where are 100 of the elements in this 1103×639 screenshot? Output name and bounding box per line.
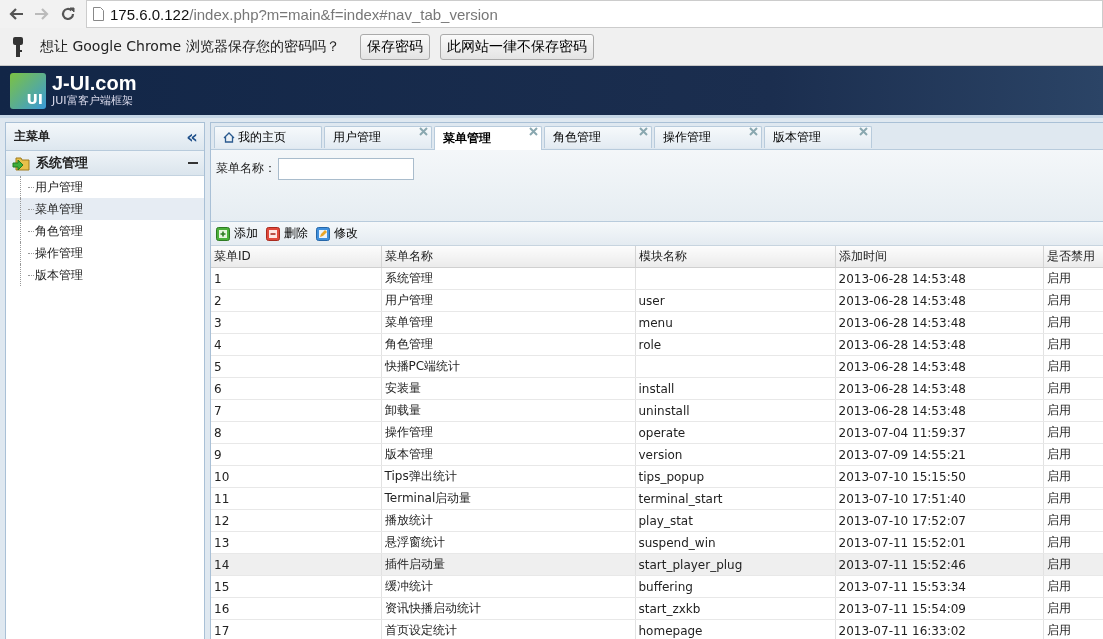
table-cell: 启用 — [1043, 575, 1103, 598]
sidebar-item[interactable]: 角色管理 — [6, 220, 204, 242]
table-cell: 2013-07-04 11:59:37 — [835, 421, 1043, 444]
table-cell: install — [635, 377, 835, 400]
logo-icon: UI — [10, 72, 46, 109]
table-cell: operate — [635, 421, 835, 444]
table-cell: 14 — [211, 553, 381, 576]
table-cell: 6 — [211, 377, 381, 400]
delete-button[interactable]: 删除 — [266, 225, 308, 243]
table-cell: homepage — [635, 619, 835, 639]
edit-button[interactable]: 修改 — [316, 225, 358, 243]
close-icon[interactable] — [859, 127, 868, 136]
tab[interactable]: 操作管理 — [654, 126, 762, 148]
table-cell: play_stat — [635, 509, 835, 532]
tab[interactable]: 我的主页 — [214, 126, 322, 148]
sidebar-item[interactable]: 版本管理 — [6, 264, 204, 286]
sidebar-group[interactable]: 系统管理 — [6, 151, 204, 176]
table-cell: suspend_win — [635, 531, 835, 554]
collapse-button[interactable]: « — [186, 126, 198, 147]
table-cell: 2013-06-28 14:53:48 — [835, 355, 1043, 378]
table-cell: 2013-07-10 17:52:07 — [835, 509, 1043, 532]
table-cell: 版本管理 — [381, 443, 635, 466]
table-cell: 启用 — [1043, 487, 1103, 510]
table-cell: 2 — [211, 289, 381, 312]
minus-icon — [266, 226, 280, 241]
infobar-message: 想让 Google Chrome 浏览器保存您的密码吗？ — [40, 37, 340, 56]
forward-icon[interactable] — [34, 7, 50, 21]
close-icon[interactable] — [529, 127, 538, 136]
back-icon[interactable] — [8, 7, 24, 21]
sidebar-item[interactable]: 菜单管理 — [6, 198, 204, 220]
table-cell: 2013-07-09 14:55:21 — [835, 443, 1043, 466]
table-cell: 启用 — [1043, 509, 1103, 532]
table-cell: 5 — [211, 355, 381, 378]
table-cell: 3 — [211, 311, 381, 334]
reload-icon[interactable] — [60, 6, 76, 22]
folder-icon — [12, 155, 30, 171]
table-cell: 启用 — [1043, 443, 1103, 466]
address-bar[interactable]: 175.6.0.122/index.php?m=main&f=index#nav_tab_version — [86, 0, 1103, 28]
infobar-button[interactable]: 保存密码 — [359, 33, 430, 60]
table-cell: 16 — [211, 597, 381, 620]
sidebar-item[interactable]: 用户管理 — [6, 176, 204, 198]
key-icon — [12, 35, 24, 58]
column-header[interactable]: 添加时间 — [835, 246, 1043, 268]
table-cell: 资讯快播启动统计 — [381, 597, 635, 620]
table-cell: 启用 — [1043, 399, 1103, 422]
table-cell: 角色管理 — [381, 333, 635, 356]
table-cell: 2013-07-11 16:33:02 — [835, 619, 1043, 639]
table-cell: 启用 — [1043, 311, 1103, 334]
close-icon[interactable] — [419, 127, 428, 136]
page-icon — [93, 7, 104, 21]
table-cell: uninstall — [635, 399, 835, 422]
table-cell: 1 — [211, 267, 381, 290]
table-cell: 2013-07-10 17:51:40 — [835, 487, 1043, 510]
logo-title: J-UI.com — [52, 73, 137, 93]
table-cell: 系统管理 — [381, 267, 635, 290]
column-header[interactable]: 菜单ID — [211, 246, 381, 268]
table-cell: 2013-07-11 15:52:46 — [835, 553, 1043, 576]
table-cell: 悬浮窗统计 — [381, 531, 635, 554]
table-cell: role — [635, 333, 835, 356]
table-cell: 首页设定统计 — [381, 619, 635, 639]
table-cell: 启用 — [1043, 465, 1103, 488]
close-icon[interactable] — [639, 127, 648, 136]
table-cell: 11 — [211, 487, 381, 510]
table-cell: 4 — [211, 333, 381, 356]
table-cell: 2013-07-10 15:15:50 — [835, 465, 1043, 488]
table-cell: 12 — [211, 509, 381, 532]
sidebar-item[interactable]: 操作管理 — [6, 242, 204, 264]
column-header[interactable]: 模块名称 — [635, 246, 835, 268]
table-cell: 启用 — [1043, 267, 1103, 290]
table-cell: 2013-07-11 15:52:01 — [835, 531, 1043, 554]
table-cell: 操作管理 — [381, 421, 635, 444]
pencil-icon — [316, 226, 330, 241]
tab[interactable]: 角色管理 — [544, 126, 652, 148]
column-header[interactable]: 菜单名称 — [381, 246, 635, 268]
sidebar-title: 主菜单 — [14, 128, 50, 145]
table-cell: 2013-07-11 15:54:09 — [835, 597, 1043, 620]
add-button[interactable]: 添加 — [216, 225, 258, 243]
table-cell: terminal_start — [635, 487, 835, 510]
menu-name-field[interactable] — [278, 158, 414, 180]
close-icon[interactable] — [749, 127, 758, 136]
tab[interactable]: 版本管理 — [764, 126, 872, 148]
table-cell: Terminal启动量 — [381, 487, 635, 510]
table-cell: 快播PC端统计 — [381, 355, 635, 378]
table-cell: tips_popup — [635, 465, 835, 488]
table-cell: 启用 — [1043, 289, 1103, 312]
tab[interactable]: 菜单管理 — [434, 126, 542, 150]
table-cell: buffering — [635, 575, 835, 598]
infobar-button[interactable]: 此网站一律不保存密码 — [439, 33, 594, 60]
tab[interactable]: 用户管理 — [324, 126, 432, 148]
column-header[interactable]: 是否禁用 — [1043, 246, 1103, 268]
table-cell: 播放统计 — [381, 509, 635, 532]
table-cell: 卸载量 — [381, 399, 635, 422]
table-cell: 2013-07-11 15:53:34 — [835, 575, 1043, 598]
table-cell: start_player_plug — [635, 553, 835, 576]
table-cell: 15 — [211, 575, 381, 598]
table-cell: 缓冲统计 — [381, 575, 635, 598]
table-cell: 启用 — [1043, 355, 1103, 378]
table-cell: 安装量 — [381, 377, 635, 400]
table-cell: 2013-06-28 14:53:48 — [835, 289, 1043, 312]
table-cell: 10 — [211, 465, 381, 488]
